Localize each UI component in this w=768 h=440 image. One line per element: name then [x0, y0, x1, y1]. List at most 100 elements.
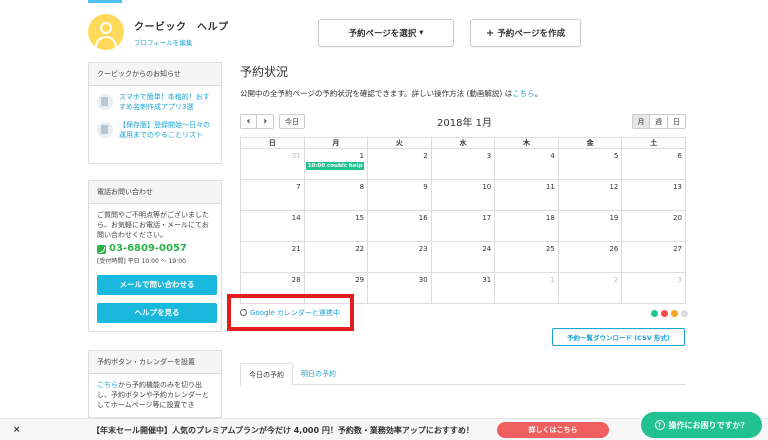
calendar-day[interactable]: 18: [494, 210, 559, 242]
view-day-button[interactable]: 日: [668, 114, 686, 129]
weekday-header: 木: [494, 137, 559, 149]
news-thumbnail-icon: [97, 122, 113, 138]
calendar-day[interactable]: 17: [430, 210, 496, 242]
promo-details-button[interactable]: 詳しくはこちら: [497, 422, 609, 438]
avatar[interactable]: [88, 14, 124, 50]
news-panel: クービックからのお知らせ スマホで簡単！本格的！おすすめ名刺作成アプリ3選 【保…: [88, 62, 222, 164]
calendar-day[interactable]: 2: [557, 272, 623, 304]
view-switcher: 月 週 日: [632, 114, 686, 129]
video-guide-link[interactable]: こちら: [512, 89, 535, 98]
business-hours: [受付時間] 平日 10:00 〜 19:00: [97, 258, 186, 265]
view-help-button[interactable]: ヘルプを見る: [97, 303, 217, 323]
profile-name: クービック ヘルプ: [134, 21, 229, 33]
reservation-tabs: 今日の予約 明日の予約: [240, 363, 686, 386]
news-thumbnail-icon: [97, 94, 113, 110]
reserve-button-panel-title: 予約ボタン・カレンダーを設置: [89, 351, 221, 374]
calendar-day[interactable]: 20: [621, 210, 686, 242]
contact-panel-title: 電話お問い合わせ: [89, 181, 221, 204]
highlight-box: Google カレンダーと連携中: [227, 294, 354, 331]
calendar-day[interactable]: 1 10:00 coubic help: [303, 148, 369, 180]
help-chat-label: 操作にお困りですか？: [668, 420, 749, 430]
tab-today[interactable]: 今日の予約: [240, 363, 293, 386]
color-dot: [661, 310, 668, 317]
calendar-day[interactable]: 13: [621, 179, 686, 211]
question-icon: ?: [654, 420, 665, 430]
calendar-day[interactable]: 11: [494, 179, 559, 211]
news-panel-title: クービックからのお知らせ: [89, 63, 221, 86]
weekday-header: 火: [367, 137, 432, 149]
caret-down-icon: ▾: [419, 28, 424, 38]
calendar-day[interactable]: 31: [240, 148, 305, 180]
chevron-left-icon: ‹: [246, 116, 251, 127]
calendar-day[interactable]: 24: [430, 241, 496, 273]
profile-edit-link[interactable]: プロフィールを編集: [134, 37, 229, 47]
weekday-header: 土: [621, 137, 686, 149]
calendar-day[interactable]: 23: [367, 241, 432, 273]
reserve-button-panel: 予約ボタン・カレンダーを設置 こちらから予約機能のみを切り出し、予約ボタンや予約…: [88, 350, 222, 418]
weekday-header: 金: [557, 137, 623, 149]
today-button[interactable]: 今日: [279, 114, 305, 129]
reserve-button-panel-body: こちらから予約機能のみを切り出し、予約ボタンや予約カレンダーとしてホームページ等…: [97, 381, 209, 409]
phone-icon: [97, 244, 106, 254]
page-description: 公開中の全予約ページの予約状況を確認できます。詳しい操作方法 (動画解説) はこ…: [240, 89, 543, 98]
help-chat-button[interactable]: ? 操作にお困りですか？: [641, 412, 762, 438]
calendar-nav: ‹ › 今日: [240, 114, 305, 129]
mail-contact-button[interactable]: メールで問い合わせる: [97, 275, 217, 295]
google-calendar-link[interactable]: Google カレンダーと連携中: [240, 308, 340, 318]
news-link[interactable]: 【保存版】登録開始〜日々の運用までのやることリスト: [119, 120, 213, 140]
calendar-day[interactable]: 9: [367, 179, 432, 211]
calendar-day[interactable]: 12: [557, 179, 623, 211]
calendar-day[interactable]: 2: [367, 148, 432, 180]
news-item[interactable]: スマホで簡単！本格的！おすすめ名刺作成アプリ3選: [97, 92, 213, 112]
calendar-day[interactable]: 19: [557, 210, 623, 242]
month-calendar: 日 月 火 水 木 金 土 31 1 10:00 coubic help 2 3 …: [240, 137, 686, 304]
view-month-button[interactable]: 月: [632, 114, 650, 129]
view-week-button[interactable]: 週: [650, 114, 668, 129]
calendar-day[interactable]: 22: [303, 241, 369, 273]
color-dots: [648, 310, 688, 317]
color-dot: [681, 310, 688, 317]
phone-number[interactable]: 03-6809-0057: [97, 244, 213, 254]
create-page-label: 予約ページを作成: [497, 29, 566, 39]
calendar-day[interactable]: 8: [303, 179, 369, 211]
reserve-button-link[interactable]: こちら: [97, 381, 118, 389]
calendar-day[interactable]: 30: [367, 272, 432, 304]
next-month-button[interactable]: ›: [257, 114, 274, 129]
calendar-day[interactable]: 27: [621, 241, 686, 273]
calendar-event[interactable]: 10:00 coubic help: [305, 162, 364, 170]
calendar-day[interactable]: 25: [494, 241, 559, 273]
contact-description: ご質問やご不明点等がございましたら、お気軽にお電話・メールにてお問い合わせくださ…: [97, 211, 209, 239]
calendar-day[interactable]: 7: [240, 179, 305, 211]
calendar-day[interactable]: 21: [240, 241, 305, 273]
calendar-day[interactable]: 14: [240, 210, 305, 242]
calendar-day[interactable]: 5: [557, 148, 623, 180]
calendar-day[interactable]: 31: [430, 272, 496, 304]
calendar-day[interactable]: 26: [557, 241, 623, 273]
calendar-day[interactable]: 10: [430, 179, 496, 211]
weekday-header: 水: [430, 137, 496, 149]
select-page-button[interactable]: 予約ページを選択 ▾: [318, 19, 454, 47]
calendar-day[interactable]: 4: [494, 148, 559, 180]
news-link[interactable]: スマホで簡単！本格的！おすすめ名刺作成アプリ3選: [119, 92, 213, 112]
calendar-day[interactable]: 15: [303, 210, 369, 242]
check-circle-icon: [240, 309, 247, 316]
calendar-day[interactable]: 3: [430, 148, 496, 180]
contact-panel: 電話お問い合わせ ご質問やご不明点等がございましたら、お気軽にお電話・メールにて…: [88, 180, 222, 332]
calendar-day[interactable]: 16: [367, 210, 432, 242]
profile: クービック ヘルプ プロフィールを編集: [88, 14, 229, 50]
plus-icon: +: [485, 27, 495, 39]
month-label: 2018年 1月: [437, 118, 492, 129]
prev-month-button[interactable]: ‹: [240, 114, 257, 129]
select-page-label: 予約ページを選択: [348, 29, 417, 39]
tab-tomorrow[interactable]: 明日の予約: [293, 363, 344, 384]
csv-download-button[interactable]: 予約一覧ダウンロード (CSV 形式): [552, 328, 685, 346]
calendar-day[interactable]: 3: [621, 272, 686, 304]
create-page-button[interactable]: + 予約ページを作成: [470, 19, 581, 47]
news-item[interactable]: 【保存版】登録開始〜日々の運用までのやることリスト: [97, 120, 213, 140]
weekday-header: 月: [303, 137, 369, 149]
close-icon[interactable]: ×: [13, 425, 21, 435]
active-indicator: [88, 0, 122, 3]
calendar-day[interactable]: 6: [621, 148, 686, 180]
calendar-day[interactable]: 1: [494, 272, 559, 304]
color-dot: [671, 310, 678, 317]
